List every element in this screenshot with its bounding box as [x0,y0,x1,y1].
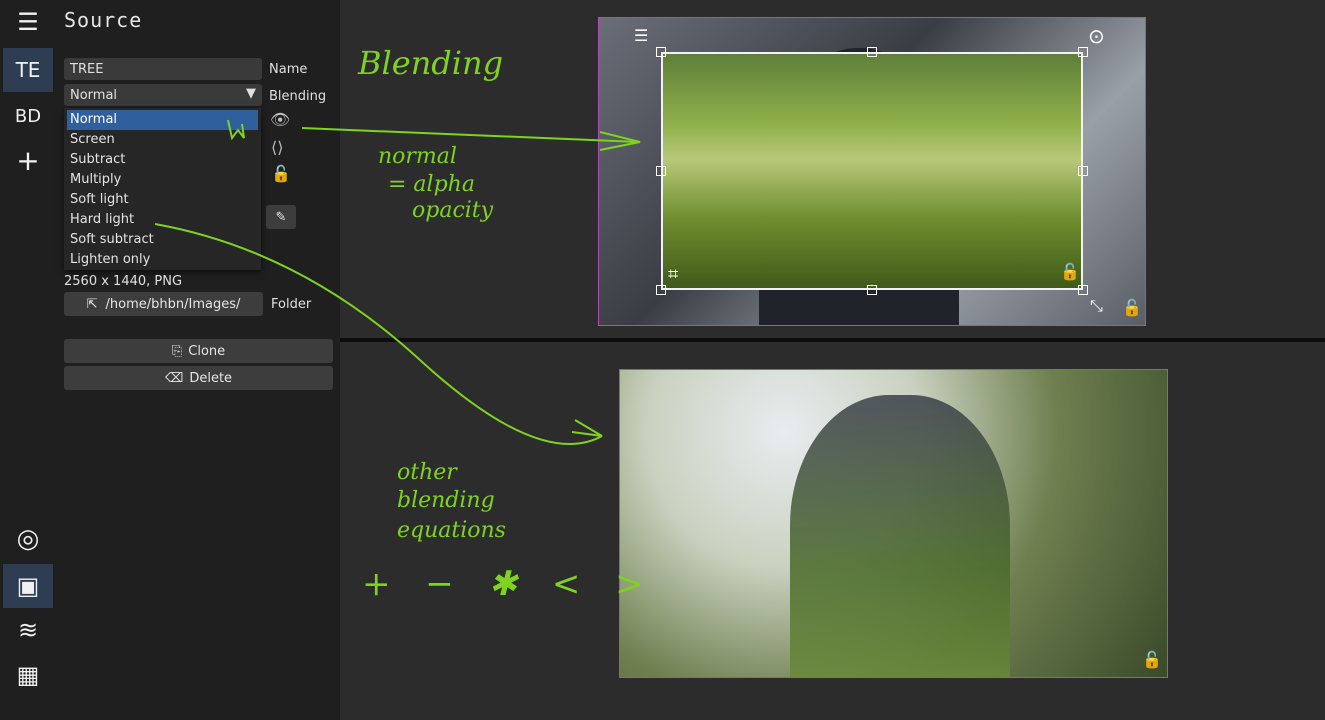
cursor-arrow [227,119,245,141]
annotation-arrows [154,119,641,445]
arrowhead-bottom [571,419,603,437]
arrow-bottom [154,223,603,445]
arrow-top [301,127,641,143]
